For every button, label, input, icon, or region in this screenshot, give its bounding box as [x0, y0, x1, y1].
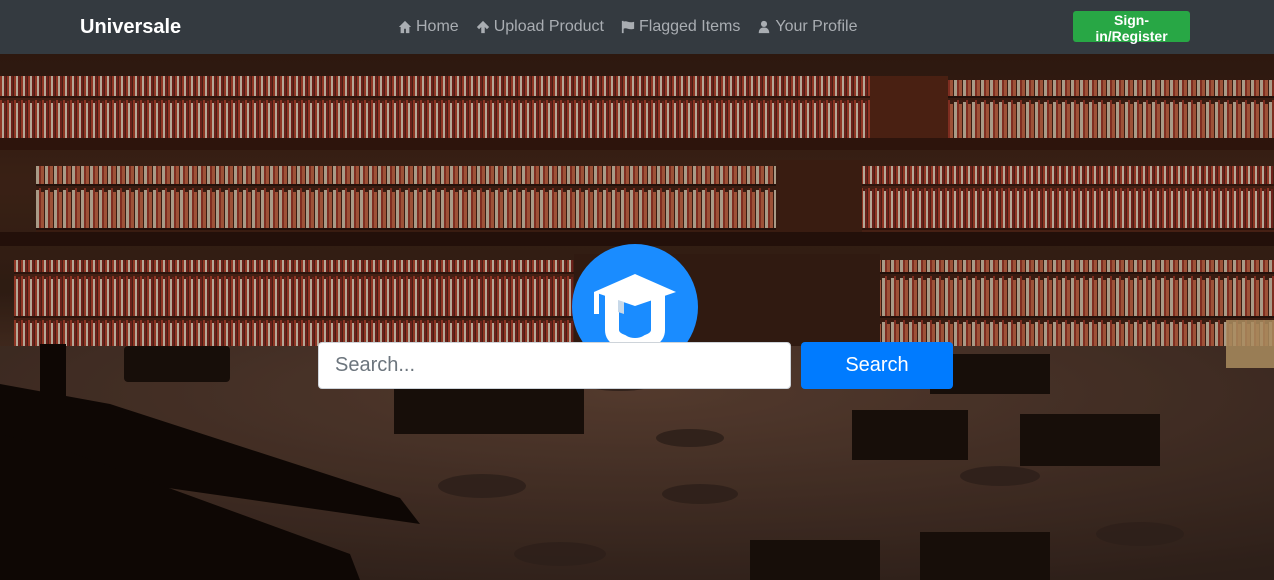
flag-icon: [621, 20, 635, 34]
nav-link-upload-product[interactable]: Upload Product: [476, 18, 604, 36]
home-icon: [398, 20, 412, 34]
nav-link-upload-product-label: Upload Product: [493, 18, 604, 35]
nav-links: Home Upload Product Flagged Items Your P…: [398, 0, 858, 54]
signin-register-button[interactable]: Sign-in/Register: [1073, 11, 1190, 44]
arrow-up-icon: [476, 20, 489, 34]
user-icon: [759, 20, 770, 34]
search-input[interactable]: [318, 342, 791, 389]
nav-link-home-label: Home: [416, 18, 459, 35]
nav-link-flagged-items-label: Flagged Items: [638, 18, 741, 35]
search-button[interactable]: Search: [801, 342, 953, 389]
nav-link-flagged-items[interactable]: Flagged Items: [621, 18, 740, 36]
navbar: Universale Home Upload Product Flagged I…: [0, 0, 1274, 54]
hero-background: [0, 54, 1274, 580]
brand-logo-text[interactable]: Universale: [80, 0, 181, 54]
nav-link-home[interactable]: Home: [398, 18, 459, 36]
nav-link-your-profile-label: Your Profile: [775, 18, 858, 35]
nav-link-your-profile[interactable]: Your Profile: [757, 18, 858, 36]
